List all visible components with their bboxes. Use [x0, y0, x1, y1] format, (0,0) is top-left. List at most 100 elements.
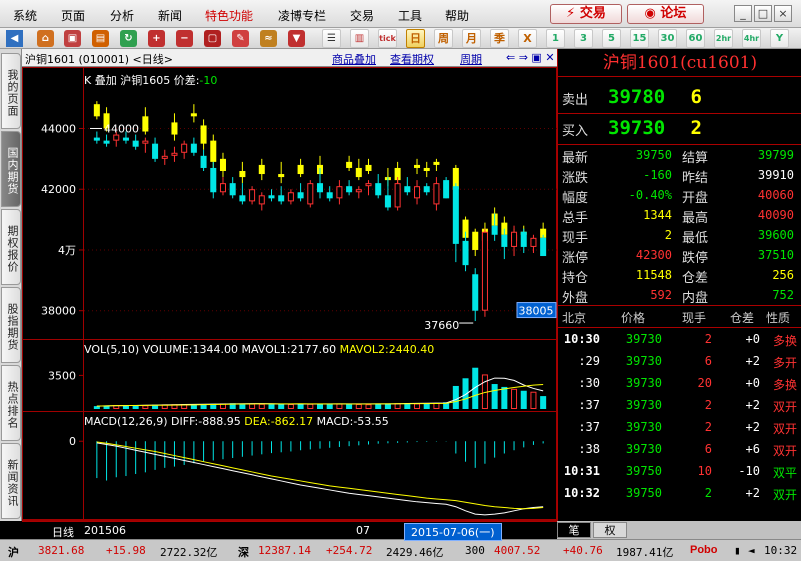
compare-commodity-link[interactable]: 商品叠加 [332, 51, 376, 67]
quote-field-row: 涨停 42300 跌停 37510 [558, 245, 801, 266]
period-2hr-button[interactable]: 2hr [714, 29, 733, 48]
chart-nav-buttons[interactable]: ⇐ ⇒ ▣ ✕ [506, 51, 555, 64]
window-icon[interactable]: ▢ [204, 30, 221, 47]
home-icon[interactable]: ⌂ [37, 30, 54, 47]
y-tick-label: 42000 [41, 183, 76, 196]
period-yearly-button[interactable]: Y [770, 29, 789, 48]
maximize-button[interactable]: □ [754, 5, 772, 22]
forum-button[interactable]: ◉ 论坛 [627, 4, 704, 24]
tab-my-page[interactable]: 我的页面 [1, 53, 21, 129]
tick-row[interactable]: :29 39730 6 +2 多开 [558, 351, 801, 371]
period-quarterly-button[interactable]: 季 [490, 29, 509, 48]
tab-trades[interactable]: 笔 [557, 522, 591, 538]
quote-field-value: -160 [643, 168, 672, 182]
quote-list-icon[interactable]: ▤ [92, 30, 109, 47]
view-options-link[interactable]: 查看期权 [390, 51, 434, 67]
overlay-candle-body [239, 171, 246, 178]
macd-dea: DEA:-862.17 [244, 415, 314, 428]
quote-field-value: 39750 [635, 148, 672, 162]
candle-body [501, 234, 508, 247]
tick-row[interactable]: 10:31 39750 10 -10 双平 [558, 461, 801, 481]
chart-title: 沪铜1601 (010001) <日线> [25, 53, 173, 66]
period-weekly-button[interactable]: 周 [434, 29, 453, 48]
tab-domestic-futures[interactable]: 国内期货 [1, 131, 21, 207]
period-link[interactable]: 周期 [460, 51, 482, 67]
quote-field-label: 持仓 [562, 271, 589, 286]
quote-field-label: 跌停 [682, 251, 709, 266]
tick-nature: 双平 [772, 466, 797, 480]
overlay-candle-body [346, 161, 353, 168]
quote-field-value: 39600 [757, 228, 794, 242]
menu-help[interactable]: 帮助 [445, 7, 469, 24]
tick-price: 39730 [625, 376, 662, 390]
period-15min-button[interactable]: 15 [630, 29, 649, 48]
period-60min-button[interactable]: 60 [686, 29, 705, 48]
candle-body [414, 186, 421, 199]
candle-body [394, 183, 401, 208]
trade-button-label: 交易 [579, 6, 606, 21]
period-monthly-button[interactable]: 月 [462, 29, 481, 48]
chart-canvas: 44000 42000 4万 38000 44000 37660 38005 3500 0 [22, 67, 557, 521]
menu-system[interactable]: 系统 [13, 7, 37, 24]
filter-icon[interactable]: ▼ [288, 30, 305, 47]
zoom-out-icon[interactable]: − [176, 30, 193, 47]
tab-weight[interactable]: 权 [593, 522, 627, 538]
tick-row[interactable]: :37 39730 2 +2 双开 [558, 417, 801, 437]
menu-special-features[interactable]: 特色功能 [205, 7, 253, 24]
tick-row[interactable]: :38 39730 6 +6 双开 [558, 439, 801, 459]
menu-page[interactable]: 页面 [61, 7, 85, 24]
zoom-in-icon[interactable]: + [148, 30, 165, 47]
tick-price: 39750 [625, 464, 662, 478]
quote-field-value: 37510 [757, 248, 794, 262]
candle-body [375, 183, 382, 196]
period-5min-button[interactable]: 5 [602, 29, 621, 48]
tick-qty: 2 [704, 420, 712, 434]
tab-index-futures[interactable]: 股指期货 [1, 287, 21, 363]
back-arrow-icon[interactable]: ◀ [6, 30, 23, 47]
y-tick-label: 44000 [41, 122, 76, 135]
tick-time: :37 [578, 420, 600, 434]
period-30min-button[interactable]: 30 [658, 29, 677, 48]
buy-row[interactable]: 买入 39730 2 [558, 116, 801, 142]
indicator-icon[interactable]: ≈ [260, 30, 277, 47]
period-custom-button[interactable]: X [518, 29, 537, 48]
sell-row[interactable]: 卖出 39780 6 [558, 85, 801, 111]
volume-bar [278, 404, 285, 409]
kline-chart[interactable]: 44000 42000 4万 38000 44000 37660 38005 3500 0 沪铜… [22, 49, 557, 521]
tick-row[interactable]: 10:32 39750 2 +2 双开 [558, 483, 801, 503]
tab-options-quotes[interactable]: 期权报价 [1, 209, 21, 285]
overlay-candle-body [181, 110, 188, 120]
period-1min-button[interactable]: 1 [546, 29, 565, 48]
tab-hot-ranking[interactable]: 热点排名 [1, 365, 21, 441]
period-daily-button[interactable]: 日 [406, 29, 425, 48]
menu-tools[interactable]: 工具 [398, 7, 422, 24]
tick-row[interactable]: :30 39730 20 +0 多换 [558, 373, 801, 393]
trade-button[interactable]: ⚡ 交易 [550, 4, 622, 24]
tick-row[interactable]: 10:30 39730 2 +0 多换 [558, 329, 801, 349]
tab-news[interactable]: 新闻资讯 [1, 443, 21, 519]
table-icon[interactable]: ☰ [322, 29, 341, 48]
overlay-candle-body [219, 158, 226, 171]
period-4hr-button[interactable]: 4hr [742, 29, 761, 48]
draw-pen-icon[interactable]: ✎ [232, 30, 249, 47]
menu-news[interactable]: 新闻 [158, 7, 182, 24]
candle-body [142, 140, 149, 144]
bookmark-icon[interactable]: ▣ [64, 30, 81, 47]
refresh-icon[interactable]: ↻ [120, 30, 137, 47]
hs300-index: 4007.52 [494, 544, 541, 557]
menu-lingbo-column[interactable]: 凌博专栏 [278, 7, 326, 24]
quote-panel: 沪铜1601(cu1601) 卖出 39780 6 买入 39730 2 最新 3… [557, 49, 801, 521]
overlay-text: K 叠加 沪铜1605 价差: [84, 74, 200, 87]
menu-analysis[interactable]: 分析 [110, 7, 134, 24]
volume-legend: VOL(5,10) VOLUME:1344.00 MAVOL1:2177.60 … [84, 343, 434, 356]
close-button[interactable]: × [774, 5, 792, 22]
bar-chart-icon[interactable]: ▥ [350, 29, 369, 48]
minimize-button[interactable]: _ [734, 5, 752, 22]
macd-value: MACD:-53.55 [316, 415, 389, 428]
tick-row[interactable]: :37 39730 2 +2 双开 [558, 395, 801, 415]
period-3min-button[interactable]: 3 [574, 29, 593, 48]
candle-body [161, 155, 168, 159]
volume-bar [375, 403, 382, 409]
menu-trade[interactable]: 交易 [350, 7, 374, 24]
tick-chart-button[interactable]: tick [378, 29, 397, 48]
